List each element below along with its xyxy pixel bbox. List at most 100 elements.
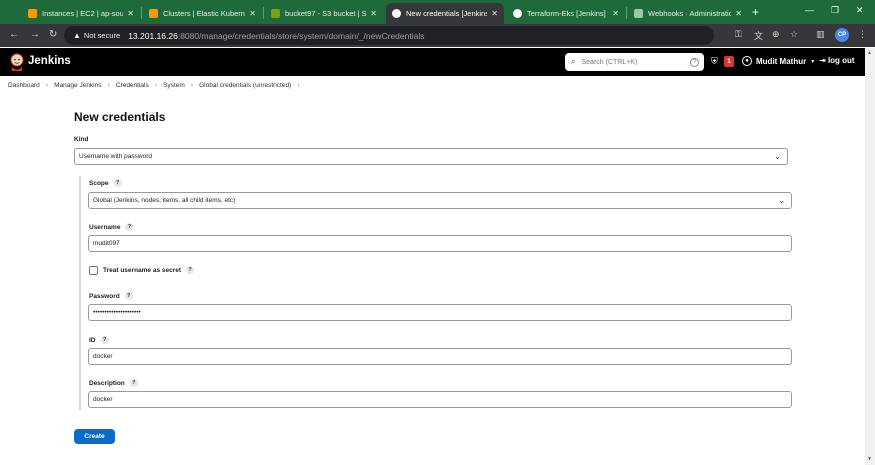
notification-badge[interactable]: 1 — [724, 56, 734, 67]
password-input[interactable]: ••••••••••••••••••••• — [88, 304, 792, 321]
treat-secret-help-icon[interactable]: ? — [186, 266, 195, 274]
fieldset-indent-bar — [79, 176, 81, 410]
user-menu[interactable]: ● Mudit Mathur ▾ — [742, 56, 814, 66]
username-label-text: Username — [89, 223, 121, 231]
reload-icon[interactable]: ↻ — [49, 29, 57, 40]
scope-select[interactable]: Global (Jenkins, nodes, items, all child… — [88, 192, 792, 209]
address-bar[interactable]: ▲ Not secure 13.201.16.26 :8080/manage/c… — [64, 26, 714, 45]
description-value: docker — [93, 396, 113, 403]
search-placeholder: Search (CTRL+K) — [581, 58, 638, 66]
browser-tab-terraform-eks[interactable]: Terraform-Eks [Jenkins] ✕ — [507, 3, 625, 24]
chevron-right-icon: › — [297, 82, 300, 89]
breadcrumb-global-credentials[interactable]: Global credentials (unrestricted) — [199, 82, 291, 89]
id-input[interactable]: docker — [88, 348, 792, 365]
tab-title: Terraform-Eks [Jenkins] — [527, 9, 606, 18]
kind-label: Kind — [74, 136, 88, 143]
user-name: Mudit Mathur — [756, 56, 807, 66]
jenkins-title[interactable]: Jenkins — [28, 55, 71, 67]
username-value: mudit097 — [93, 240, 120, 247]
password-help-icon[interactable]: ? — [124, 292, 133, 300]
close-tab-icon[interactable]: ✕ — [491, 9, 498, 18]
profile-avatar[interactable]: CP — [835, 28, 849, 42]
security-shield-icon[interactable]: ⛨ — [711, 56, 718, 67]
create-button[interactable]: Create — [74, 429, 115, 444]
scroll-up-arrow-icon[interactable]: ▲ — [867, 50, 872, 56]
forward-arrow-icon[interactable]: → — [30, 29, 40, 40]
close-tab-icon[interactable]: ✕ — [249, 9, 256, 18]
breadcrumb-credentials[interactable]: Credentials — [116, 82, 149, 89]
new-tab-button[interactable]: + — [752, 5, 759, 19]
key-icon[interactable]: ⚿ — [735, 29, 742, 40]
browser-tab-ec2[interactable]: Instances | EC2 | ap-south ✕ — [22, 3, 140, 24]
minimize-icon[interactable]: — — [805, 5, 814, 15]
username-input[interactable]: mudit097 — [88, 235, 792, 252]
jenkins-search-input[interactable]: ⌕ Search (CTRL+K) ? — [565, 53, 704, 71]
tab-title: Webhooks · Administration — [648, 9, 732, 18]
user-icon: ● — [742, 56, 752, 66]
tab-title: New credentials [Jenkins] — [406, 9, 488, 18]
webhooks-favicon-icon — [634, 9, 643, 18]
tab-divider — [263, 7, 264, 19]
scope-help-icon[interactable]: ? — [113, 179, 122, 187]
chevron-right-icon: › — [107, 82, 110, 89]
id-label: ID ? — [89, 336, 109, 344]
chevron-down-icon: ⌄ — [778, 196, 785, 205]
tab-title: bucket97 - S3 bucket | S3 | — [285, 9, 367, 18]
id-help-icon[interactable]: ? — [100, 336, 109, 344]
url-path: :8080/manage/credentials/store/system/do… — [177, 30, 425, 41]
treat-username-secret-label: Treat username as secret ? — [103, 266, 195, 274]
close-tab-icon[interactable]: ✕ — [370, 9, 377, 18]
s3-favicon-icon — [271, 9, 280, 18]
treat-username-secret-checkbox[interactable] — [89, 266, 98, 275]
username-help-icon[interactable]: ? — [125, 223, 134, 231]
close-tab-icon[interactable]: ✕ — [127, 9, 134, 18]
chevron-down-icon: ▾ — [811, 58, 815, 65]
url-host: 13.201.16.26 — [128, 30, 178, 41]
aws-favicon-icon — [149, 9, 158, 18]
browser-tab-webhooks[interactable]: Webhooks · Administration ✕ — [628, 3, 748, 24]
breadcrumb-dashboard[interactable]: Dashboard — [8, 82, 40, 89]
search-help-icon[interactable]: ? — [690, 57, 699, 67]
password-label: Password ? — [89, 292, 133, 300]
translate-icon[interactable]: 文 — [754, 29, 763, 42]
id-label-text: ID — [89, 336, 96, 344]
chevron-right-icon: › — [45, 82, 49, 89]
jenkins-header: Jenkins ⌕ Search (CTRL+K) ? ⛨ 1 ● Mudit … — [0, 48, 865, 76]
close-tab-icon[interactable]: ✕ — [612, 9, 619, 18]
browser-tab-new-credentials[interactable]: New credentials [Jenkins] ✕ — [386, 3, 504, 24]
not-secure-label: Not secure — [83, 31, 121, 40]
scope-label-text: Scope — [89, 179, 109, 187]
breadcrumb: Dashboard › Manage Jenkins › Credentials… — [8, 82, 306, 89]
page-title: New credentials — [74, 110, 166, 124]
username-label: Username ? — [89, 223, 134, 231]
chevron-right-icon: › — [154, 82, 158, 89]
tab-divider — [141, 7, 142, 19]
tab-title: Instances | EC2 | ap-south — [42, 9, 124, 18]
browser-tab-strip: Instances | EC2 | ap-south ✕ Clusters | … — [0, 0, 875, 24]
browser-tab-s3[interactable]: bucket97 - S3 bucket | S3 | ✕ — [265, 3, 383, 24]
back-arrow-icon[interactable]: ← — [9, 29, 19, 40]
breadcrumb-system[interactable]: System — [163, 82, 185, 89]
zoom-icon[interactable]: ⊕ — [772, 29, 780, 40]
treat-secret-label-text: Treat username as secret — [103, 266, 182, 274]
side-panel-icon[interactable]: ▥ — [816, 29, 825, 40]
more-menu-icon[interactable]: ⋮ — [858, 29, 867, 40]
description-input[interactable]: docker — [88, 391, 792, 408]
description-help-icon[interactable]: ? — [129, 379, 138, 387]
chevron-down-icon: ⌄ — [774, 152, 781, 161]
bookmark-star-icon[interactable]: ☆ — [790, 29, 798, 40]
maximize-icon[interactable]: ❐ — [831, 5, 839, 16]
jenkins-logo-icon[interactable] — [9, 53, 25, 71]
scope-label: Scope ? — [89, 179, 122, 187]
browser-toolbar: ← → ↻ ▲ Not secure 13.201.16.26 :8080/ma… — [0, 24, 875, 47]
browser-tab-eks[interactable]: Clusters | Elastic Kubernete ✕ — [143, 3, 262, 24]
scroll-down-arrow-icon[interactable]: ▼ — [867, 456, 872, 462]
page-scrollbar[interactable] — [865, 48, 875, 465]
kind-select[interactable]: Username with password ⌄ — [74, 148, 788, 165]
tab-title: Clusters | Elastic Kubernete — [163, 9, 245, 18]
password-value: ••••••••••••••••••••• — [93, 309, 141, 316]
breadcrumb-manage-jenkins[interactable]: Manage Jenkins — [54, 82, 101, 89]
window-close-icon[interactable]: ✕ — [856, 5, 864, 16]
logout-link[interactable]: ⇥ log out — [819, 56, 855, 65]
close-tab-icon[interactable]: ✕ — [735, 9, 742, 18]
